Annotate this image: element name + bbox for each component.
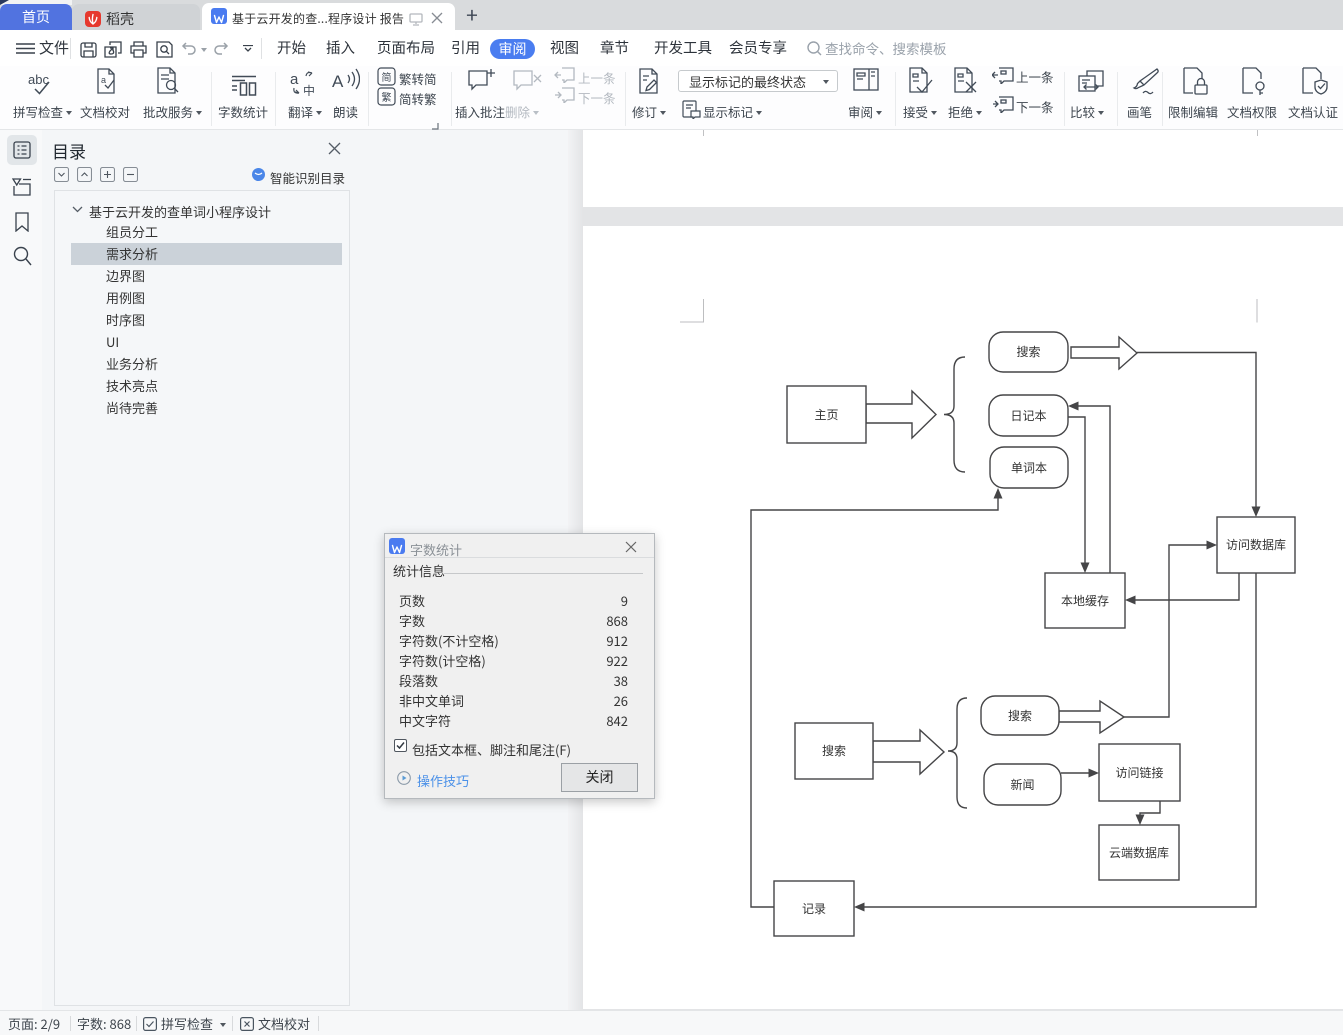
svg-text:日记本: 日记本 [1010, 407, 1046, 424]
svg-text:中: 中 [303, 82, 315, 96]
svg-text:记录: 记录 [802, 900, 826, 917]
svg-text:新闻: 新闻 [1010, 776, 1034, 793]
svg-text:a: a [290, 71, 299, 88]
svg-text:单词本: 单词本 [1011, 459, 1047, 476]
svg-text:云端数据库: 云端数据库 [1109, 844, 1169, 861]
svg-text:访问数据库: 访问数据库 [1226, 536, 1286, 553]
svg-text:访问链接: 访问链接 [1115, 764, 1163, 781]
svg-text:本地缓存: 本地缓存 [1061, 592, 1109, 609]
svg-text:搜索: 搜索 [822, 742, 846, 759]
svg-text:a: a [101, 75, 106, 85]
svg-text:A: A [332, 72, 344, 91]
svg-text:搜索: 搜索 [1016, 343, 1040, 360]
svg-text:主页: 主页 [814, 406, 838, 423]
svg-text:繁: 繁 [382, 89, 392, 104]
svg-text:简: 简 [382, 69, 392, 84]
svg-text:搜索: 搜索 [1008, 707, 1032, 724]
